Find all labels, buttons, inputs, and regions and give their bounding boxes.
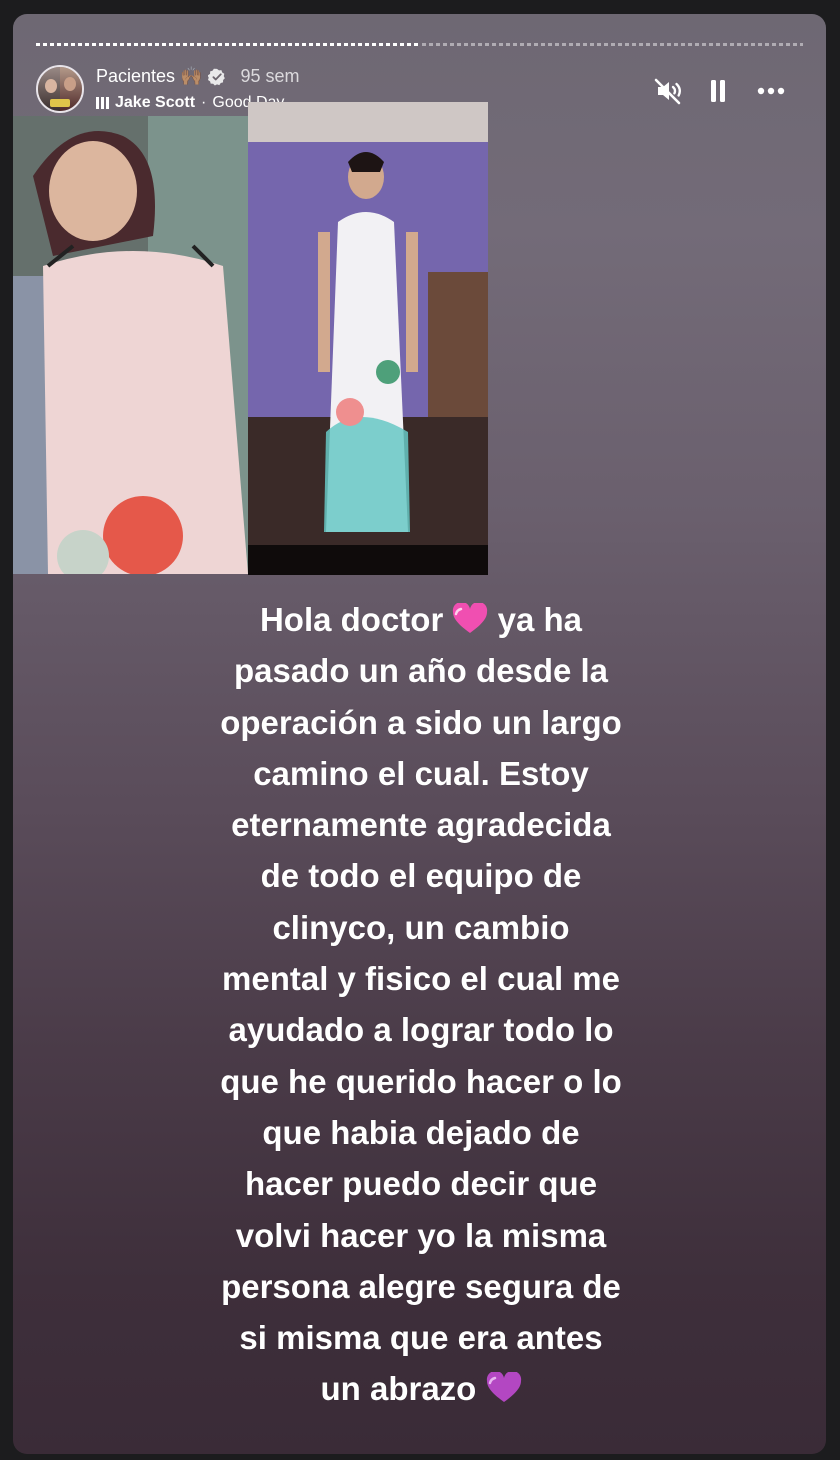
message-line: ayudado a lograr todo lo [228, 1011, 614, 1049]
message-line: eternamente agradecida [231, 806, 611, 844]
before-photo [13, 116, 251, 574]
message-line: que he querido hacer o lo [220, 1062, 622, 1100]
music-bars-icon [96, 97, 109, 109]
message-line: un abrazo [121, 1363, 721, 1414]
message-line: hacer puedo decir que [244, 1165, 598, 1203]
post-timestamp: 95 sem [240, 66, 300, 86]
message-line: pasado un año desde la [233, 652, 609, 690]
speaker-muted-icon [654, 78, 682, 105]
more-options-icon [757, 87, 785, 95]
message-line: camino el cual. Estoy [253, 754, 589, 792]
pause-icon [711, 80, 725, 102]
after-photo [248, 102, 488, 575]
account-name[interactable]: Pacientes 🙌🏽 [96, 66, 202, 87]
message-line: Hola doctor ya ha [259, 601, 583, 638]
message-line: volvi hacer yo la misma [235, 1216, 607, 1254]
message-line: que habia dejado de [262, 1113, 580, 1151]
progress-segment [421, 43, 803, 46]
avatar[interactable] [36, 65, 84, 113]
story-viewer[interactable]: Pacientes 🙌🏽 95 sem Jake Scott · Good Da… [13, 14, 826, 1454]
purple-heart-icon [486, 1372, 521, 1403]
music-separator: · [201, 94, 207, 111]
verified-badge-icon [208, 68, 226, 86]
progress-segment [36, 43, 418, 46]
message-line: de todo el equipo de [260, 857, 582, 895]
message-line: mental y fisico el cual me [222, 960, 620, 998]
pause-button[interactable] [703, 76, 733, 106]
pink-heart-icon [453, 603, 488, 633]
message-line: clinyco, un cambio [272, 908, 570, 946]
story-progress [36, 43, 803, 46]
message-line: si misma que era antes [239, 1319, 603, 1357]
story-message: Hola doctor ya ha pasado un año desde la… [121, 594, 721, 1415]
more-options-button[interactable] [756, 76, 786, 106]
music-artist: Jake Scott [115, 94, 196, 111]
message-line: operación a sido un largo [220, 703, 622, 741]
message-line: persona alegre segura de [221, 1267, 621, 1305]
account-header: Pacientes 🙌🏽 95 sem [96, 66, 300, 87]
mute-button[interactable] [653, 76, 683, 106]
